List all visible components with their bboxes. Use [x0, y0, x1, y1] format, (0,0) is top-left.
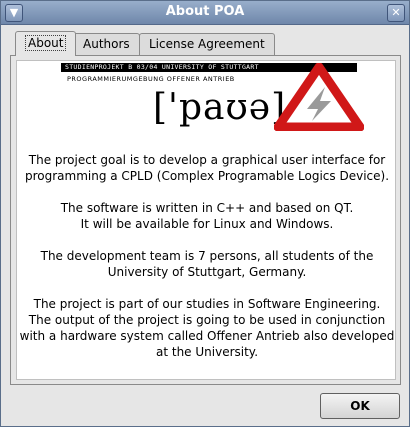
description-software: The software is written in C++ and based…	[60, 201, 354, 231]
warning-triangle-lightning-icon	[274, 63, 364, 131]
tab-about[interactable]: About	[15, 31, 77, 56]
tab-authors[interactable]: Authors	[73, 33, 140, 55]
description-goal: The project goal is to develop a graphic…	[24, 153, 390, 183]
tab-about-label: About	[25, 35, 67, 51]
tab-license-agreement[interactable]: License Agreement	[139, 33, 275, 55]
description-project: The project is part of our studies in So…	[19, 297, 395, 359]
about-description: The project goal is to develop a graphic…	[17, 152, 395, 376]
tab-license-label: License Agreement	[149, 37, 265, 51]
about-dialog: ▼ About POA ✕ About Authors License Agre…	[0, 0, 410, 427]
tab-authors-label: Authors	[83, 37, 130, 51]
about-content: STUDIENPROJEKT B 03/04 UNIVERSITY OF STU…	[16, 60, 396, 380]
ok-button[interactable]: OK	[320, 393, 400, 419]
tab-panel: STUDIENPROJEKT B 03/04 UNIVERSITY OF STU…	[10, 55, 401, 385]
project-subtitle: PROGRAMMIERUMGEBUNG OFFENER ANTRIEB	[67, 75, 235, 83]
logo-text: ['paʊə]	[153, 87, 287, 128]
description-team: The development team is 7 persons, all s…	[40, 249, 374, 279]
title-bar[interactable]: ▼ About POA ✕	[1, 1, 409, 25]
close-icon[interactable]: ✕	[387, 4, 405, 22]
window-title: About POA	[165, 4, 245, 19]
